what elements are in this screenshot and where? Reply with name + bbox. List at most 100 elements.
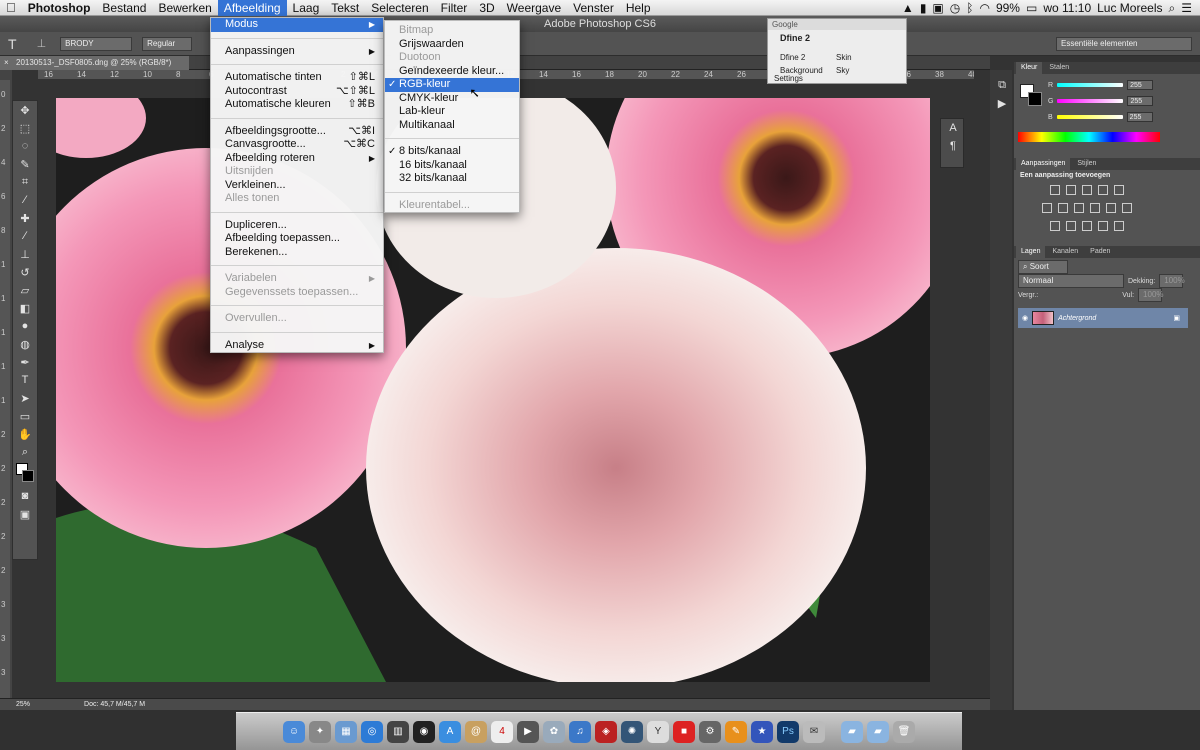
menu-item-automatische-tinten[interactable]: Automatische tinten ⇧⌘L: [211, 71, 383, 85]
curves-icon[interactable]: [1082, 185, 1092, 195]
menu-item-autocontrast[interactable]: Autocontrast ⌥⇧⌘L: [211, 85, 383, 99]
opacity-field[interactable]: 100%: [1159, 274, 1185, 288]
photo-filter-icon[interactable]: [1090, 203, 1100, 213]
apple-menu-icon[interactable]: : [0, 0, 22, 16]
visibility-icon[interactable]: ◉: [1022, 314, 1028, 322]
character-icon[interactable]: A: [941, 119, 965, 137]
menu-item-berekenen[interactable]: Berekenen...: [211, 246, 383, 260]
books-icon[interactable]: ✺: [621, 720, 643, 743]
downloads-folder-icon[interactable]: ▰: [867, 720, 889, 743]
dvd-icon[interactable]: ◉: [413, 720, 435, 743]
brush-icon[interactable]: ∕: [13, 227, 37, 245]
shape-icon[interactable]: ▭: [13, 407, 37, 425]
invert-icon[interactable]: [1050, 221, 1060, 231]
menu-3d[interactable]: 3D: [473, 0, 500, 16]
grab-icon[interactable]: ■: [673, 720, 695, 743]
modus-item-lab-kleur[interactable]: Lab-kleur: [385, 105, 519, 119]
battery-text[interactable]: 99%: [996, 1, 1020, 15]
contacts-icon[interactable]: @: [465, 720, 487, 743]
blend-mode-select[interactable]: Normaal: [1018, 274, 1124, 288]
tab-paden[interactable]: Paden: [1085, 246, 1115, 258]
menu-item-afbeelding-roteren[interactable]: Afbeelding roteren ▶: [211, 152, 383, 166]
healing-icon[interactable]: ✚: [13, 209, 37, 227]
document-tab[interactable]: × 20130513-_DSF0805.dng @ 25% (RGB/8*): [0, 56, 190, 70]
history-icon[interactable]: ⧉: [990, 76, 1014, 94]
type-orientation-icon[interactable]: ⊥: [37, 37, 47, 50]
script-icon[interactable]: ✉: [803, 720, 825, 743]
quick-mask-icon[interactable]: ◙: [13, 487, 37, 505]
menu-selecteren[interactable]: Selecteren: [365, 0, 434, 16]
bw-icon[interactable]: [1074, 203, 1084, 213]
layer-thumbnail[interactable]: [1032, 311, 1055, 325]
menu-item-canvasgrootte[interactable]: Canvasgrootte... ⌥⌘C: [211, 138, 383, 152]
crop-icon[interactable]: ⌗: [13, 173, 37, 191]
close-icon[interactable]: ×: [4, 56, 9, 70]
g-slider[interactable]: [1057, 99, 1124, 103]
color-swatch[interactable]: [13, 461, 37, 487]
modus-item-rgb-kleur[interactable]: ✓ RGB-kleur: [385, 78, 519, 92]
folder-icon[interactable]: ▰: [841, 720, 863, 743]
r-value[interactable]: 255: [1127, 80, 1154, 90]
threshold-icon[interactable]: [1082, 221, 1092, 231]
time-machine-icon[interactable]: ◷: [950, 1, 960, 15]
background-color[interactable]: [1028, 92, 1042, 106]
move-icon[interactable]: ✥: [13, 101, 37, 119]
ibooks-icon[interactable]: ⚙: [699, 720, 721, 743]
dodge-icon[interactable]: ◍: [13, 335, 37, 353]
vertical-ruler[interactable]: 0 2 4 6 8 1 1 1 1 1 2 2 2 2 2 3 3 3: [0, 80, 10, 700]
zoom-level[interactable]: 25%: [16, 701, 30, 708]
clock[interactable]: wo 11:10: [1043, 1, 1091, 15]
finder-icon[interactable]: ☺: [283, 720, 305, 743]
r-slider[interactable]: [1057, 83, 1124, 87]
menu-item-verkleinen[interactable]: Verkleinen...: [211, 179, 383, 193]
vibrance-icon[interactable]: [1114, 185, 1124, 195]
spotlight-icon[interactable]: ⌕: [1169, 1, 1176, 16]
itunes-icon[interactable]: ✿: [543, 720, 565, 743]
menu-item-aanpassingen[interactable]: Aanpassingen ▶: [211, 45, 383, 59]
layer-row[interactable]: ◉ Achtergrond ▣: [1018, 308, 1188, 328]
appstore-icon[interactable]: A: [439, 720, 461, 743]
lock-icon[interactable]: ▣: [932, 1, 943, 15]
doc-size[interactable]: Doc: 45,7 M/45,7 M: [84, 701, 145, 708]
paragraph-icon[interactable]: ¶: [941, 137, 965, 155]
b-slider[interactable]: [1056, 115, 1123, 119]
imovie-star-icon[interactable]: ★: [751, 720, 773, 743]
imovie-icon[interactable]: ✎: [725, 720, 747, 743]
workspace-select[interactable]: Essentiële elementen: [1056, 37, 1192, 51]
menu-app[interactable]: Photoshop: [22, 0, 97, 16]
menu-help[interactable]: Help: [620, 0, 657, 16]
menu-item-automatische-kleuren[interactable]: Automatische kleuren ⇧⌘B: [211, 98, 383, 112]
font-family-select[interactable]: BRODY: [60, 36, 133, 51]
quick-select-icon[interactable]: ✎: [13, 155, 37, 173]
widget-sky[interactable]: Sky: [836, 66, 849, 75]
notifications-icon[interactable]: ☰: [1181, 1, 1192, 15]
modus-item-16-bits-kanaal[interactable]: 16 bits/kanaal: [385, 159, 519, 173]
tab-aanpassingen[interactable]: Aanpassingen: [1016, 158, 1071, 170]
photos-icon[interactable]: ▥: [387, 720, 409, 743]
marquee-icon[interactable]: ⬚: [13, 119, 37, 137]
screen-mode-icon[interactable]: ▣: [13, 505, 37, 523]
layer-filter-select[interactable]: ⌕ Soort: [1018, 260, 1068, 274]
menu-afbeelding[interactable]: Afbeelding: [217, 0, 287, 16]
modus-item-cmyk-kleur[interactable]: CMYK-kleur: [385, 92, 519, 106]
menu-bestand[interactable]: Bestand: [96, 0, 152, 16]
menu-laag[interactable]: Laag: [287, 0, 326, 16]
user-name[interactable]: Luc Moreels: [1097, 1, 1162, 15]
trash-icon[interactable]: 🗑: [893, 720, 915, 743]
3d-icon[interactable]: Y: [647, 720, 669, 743]
mixer-icon[interactable]: [1106, 203, 1116, 213]
modus-item-grijswaarden[interactable]: Grijswaarden: [385, 38, 519, 52]
type-tool-icon[interactable]: T: [8, 36, 17, 52]
history-brush-icon[interactable]: ↺: [13, 263, 37, 281]
path-select-icon[interactable]: ➤: [13, 389, 37, 407]
tab-kleur[interactable]: Kleur: [1016, 62, 1043, 74]
levels-icon[interactable]: [1066, 185, 1076, 195]
calendar-icon[interactable]: 4: [491, 720, 513, 743]
menu-item-dupliceren[interactable]: Dupliceren...: [211, 219, 383, 233]
font-style-select[interactable]: Regular: [142, 36, 193, 51]
battery-icon[interactable]: ▭: [1026, 1, 1037, 15]
menu-venster[interactable]: Venster: [567, 0, 620, 16]
type-icon[interactable]: T: [13, 371, 37, 389]
brightness-icon[interactable]: [1050, 185, 1060, 195]
stamp-icon[interactable]: ⊥: [13, 245, 37, 263]
